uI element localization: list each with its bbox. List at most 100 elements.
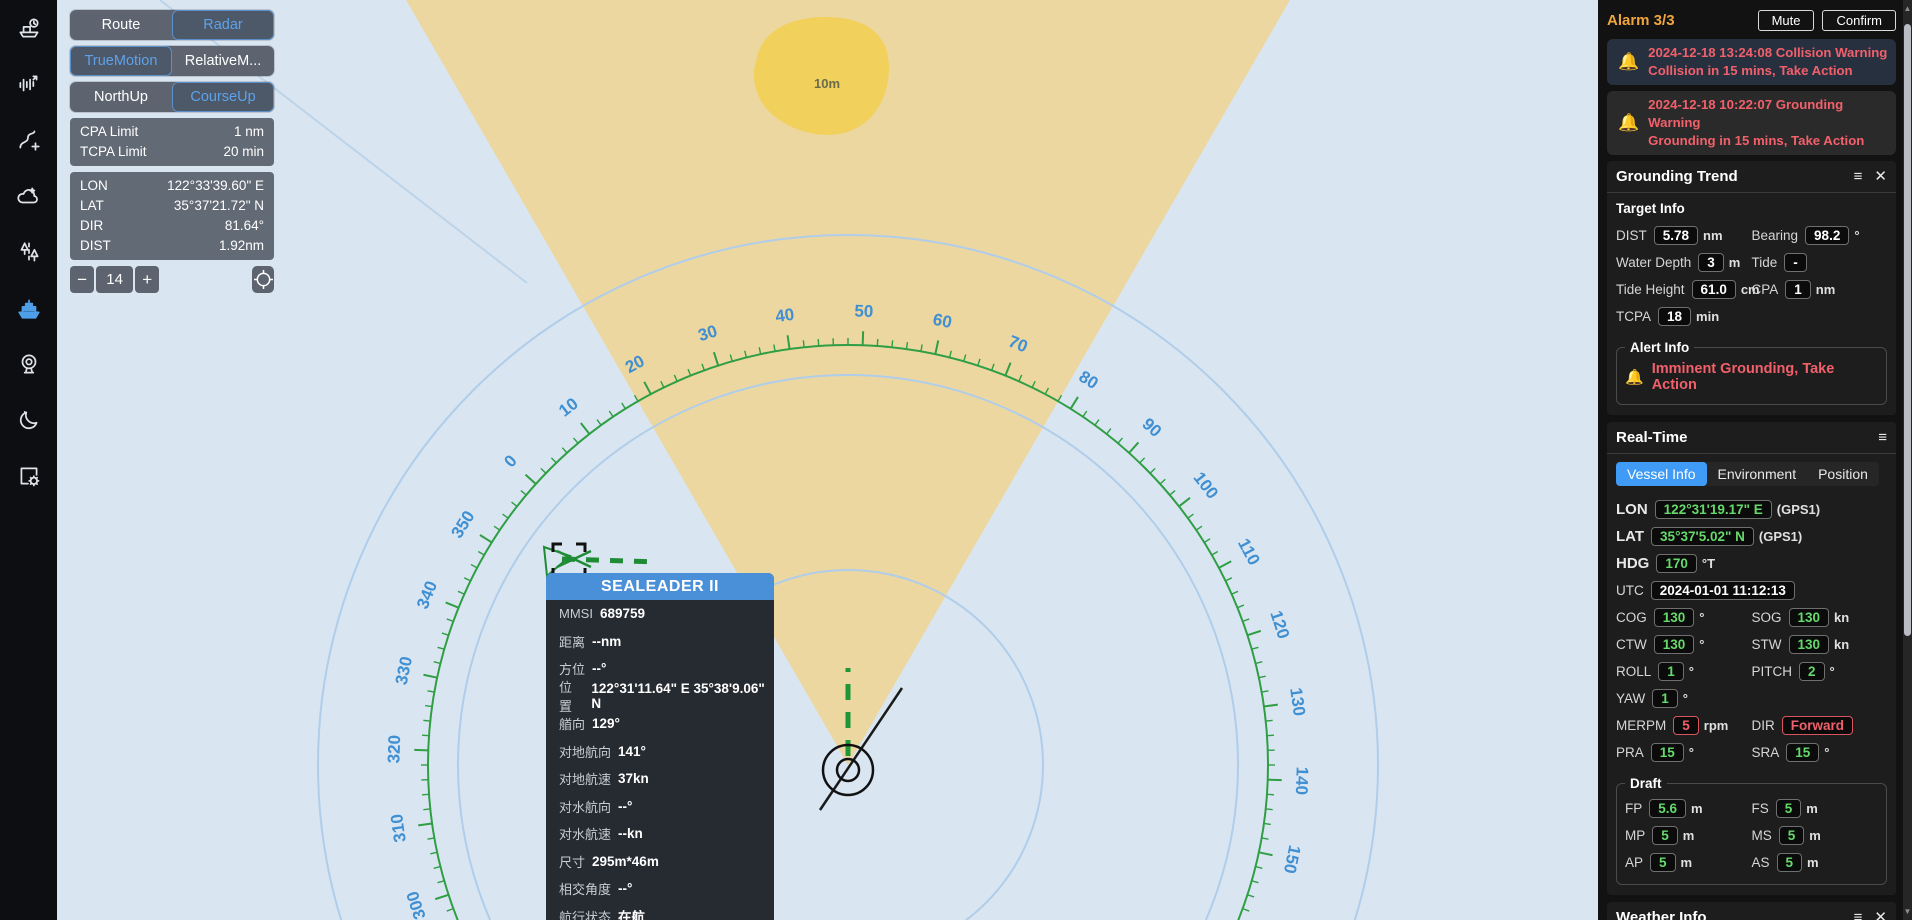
- field-label: LAT: [1616, 528, 1644, 545]
- vessel-ctw: CTW130°: [1616, 631, 1752, 658]
- field-value: 35°37'5.02" N: [1651, 527, 1754, 546]
- tooltip-row: MMSI689759: [546, 600, 774, 628]
- alarm-item[interactable]: 🔔2024-12-18 10:22:07 Grounding WarningGr…: [1607, 91, 1896, 155]
- vessel-roll: ROLL1°: [1616, 658, 1752, 685]
- toggle-option-relativem[interactable]: RelativeM...: [172, 46, 274, 76]
- field-unit: nm: [1816, 282, 1836, 297]
- radar-camera-icon[interactable]: [15, 350, 43, 378]
- grounding-trend-panel: Grounding Trend ≡ ✕ Target Info DIST5.78…: [1607, 161, 1896, 415]
- target-tcpa: TCPA18min: [1616, 303, 1752, 330]
- compass-degree-label: 320: [384, 735, 404, 764]
- menu-icon[interactable]: ≡: [1878, 430, 1887, 445]
- close-icon[interactable]: ✕: [1874, 169, 1887, 184]
- toggle-option-radar[interactable]: Radar: [172, 10, 274, 40]
- sound-wave-icon[interactable]: [15, 70, 43, 98]
- info-value: 20 min: [223, 142, 264, 162]
- alert-message: 🔔 Imminent Grounding, Take Action: [1625, 359, 1878, 396]
- map-settings-icon[interactable]: [15, 462, 43, 490]
- realtime-panel-title: Real-Time: [1616, 429, 1866, 446]
- draft-grid: FP5.6mFS5mMP5mMS5mAP5mAS5m: [1625, 795, 1878, 876]
- menu-icon[interactable]: ≡: [1854, 910, 1863, 920]
- menu-icon[interactable]: ≡: [1854, 169, 1863, 184]
- vessel-sra: SRA15°: [1752, 739, 1888, 766]
- scrollbar-thumb[interactable]: [1904, 24, 1911, 636]
- ship-schedule-icon[interactable]: [15, 14, 43, 42]
- alert-info-group: Alert Info 🔔 Imminent Grounding, Take Ac…: [1616, 340, 1887, 405]
- field-label: MERPM: [1616, 718, 1666, 733]
- field-label: SRA: [1752, 745, 1780, 760]
- compass-degree-label: 150: [1280, 844, 1304, 876]
- alarm-item[interactable]: 🔔2024-12-18 13:24:08 Collision WarningCo…: [1607, 39, 1896, 85]
- grounding-panel-title: Grounding Trend: [1616, 168, 1842, 185]
- zoom-in-button[interactable]: +: [135, 266, 159, 293]
- ais-target[interactable]: [544, 544, 657, 576]
- toggle-option-route[interactable]: Route: [70, 10, 172, 40]
- compass-degree-label: 120: [1266, 608, 1293, 641]
- info-value: 1 nm: [234, 122, 264, 142]
- mute-button[interactable]: Mute: [1758, 10, 1815, 31]
- alarm-title: Alarm 3/3: [1607, 12, 1750, 29]
- night-mode-icon[interactable]: [15, 406, 43, 434]
- field-unit: m: [1806, 801, 1818, 816]
- radar-map-canvas[interactable]: 10m 010203040506070809010011012013014015…: [57, 0, 1598, 920]
- tooltip-value: --nm: [592, 634, 621, 649]
- info-value: 1.92nm: [219, 236, 264, 256]
- tooltip-row: 相交角度--°: [546, 875, 774, 903]
- compass-degree-label: 10: [555, 394, 582, 421]
- vessel-stw: STW130kn: [1752, 631, 1888, 658]
- channel-buoys-icon[interactable]: [15, 238, 43, 266]
- toggle-option-truemotion[interactable]: TrueMotion: [70, 46, 172, 76]
- compass-degree-label: 130: [1286, 686, 1309, 717]
- zoom-controls: − 14 +: [70, 266, 274, 293]
- scroll-down-icon[interactable]: ▼: [1903, 907, 1912, 916]
- own-ship-icon[interactable]: [15, 294, 43, 322]
- vessel-pra: PRA15°: [1616, 739, 1752, 766]
- toggle-option-courseup[interactable]: CourseUp: [172, 82, 274, 112]
- tooltip-row: 尺寸295m*46m: [546, 848, 774, 876]
- tab-position[interactable]: Position: [1807, 462, 1879, 486]
- center-ship-button[interactable]: [252, 266, 274, 293]
- icon-sidebar: [0, 0, 57, 920]
- info-label: LAT: [80, 196, 104, 216]
- field-unit: m: [1683, 828, 1695, 843]
- vessel-tooltip-title: SEALEADER II: [546, 573, 774, 600]
- weather-icon[interactable]: [15, 182, 43, 210]
- tab-vessel-info[interactable]: Vessel Info: [1616, 462, 1707, 486]
- draft-as: AS5m: [1752, 849, 1879, 876]
- tooltip-row: 航行状态在航: [546, 903, 774, 920]
- tab-environment[interactable]: Environment: [1707, 462, 1808, 486]
- tooltip-label: 对地航向: [559, 742, 611, 761]
- field-unit: min: [1696, 309, 1719, 324]
- vessel-yaw: YAW1°: [1616, 685, 1887, 712]
- tooltip-label: 对地航速: [559, 769, 611, 788]
- tooltip-label: 对水航速: [559, 824, 611, 843]
- field-label: PRA: [1616, 745, 1644, 760]
- target-info-label: Target Info: [1616, 201, 1887, 216]
- field-label: HDG: [1616, 555, 1649, 572]
- zoom-out-button[interactable]: −: [70, 266, 94, 293]
- scroll-up-icon[interactable]: ▲: [1903, 4, 1912, 13]
- info-row: LAT35°37'21.72" N: [80, 196, 264, 216]
- tooltip-label: 方位: [559, 659, 585, 678]
- close-icon[interactable]: ✕: [1874, 910, 1887, 920]
- dock-scrollbar[interactable]: ▲ ▼: [1903, 0, 1912, 920]
- vessel-sog: SOG130kn: [1752, 604, 1888, 631]
- tooltip-label: 位置: [559, 677, 584, 715]
- vessel-hdg: HDG170°T: [1616, 550, 1887, 577]
- tooltip-row: 对水航向--°: [546, 793, 774, 821]
- alarm-header: Alarm 3/3 Mute Confirm: [1607, 10, 1896, 31]
- tooltip-value: 689759: [600, 606, 645, 621]
- tooltip-label: 艏向: [559, 714, 585, 733]
- field-value: 3: [1698, 253, 1724, 272]
- confirm-button[interactable]: Confirm: [1822, 10, 1896, 31]
- info-label: DIR: [80, 216, 103, 236]
- info-label: CPA Limit: [80, 122, 138, 142]
- route-add-icon[interactable]: [15, 126, 43, 154]
- target-info-grid: DIST5.78nmBearing98.2°Water Depth3mTide-…: [1616, 222, 1887, 330]
- field-value: 5: [1776, 799, 1802, 818]
- tooltip-value: --°: [618, 881, 632, 896]
- map-control-stack: RouteRadarTrueMotionRelativeM...NorthUpC…: [70, 10, 274, 293]
- field-label: CPA: [1752, 282, 1779, 297]
- toggle-option-northup[interactable]: NorthUp: [70, 82, 172, 112]
- weather-panel-title: Weather Info: [1616, 909, 1842, 920]
